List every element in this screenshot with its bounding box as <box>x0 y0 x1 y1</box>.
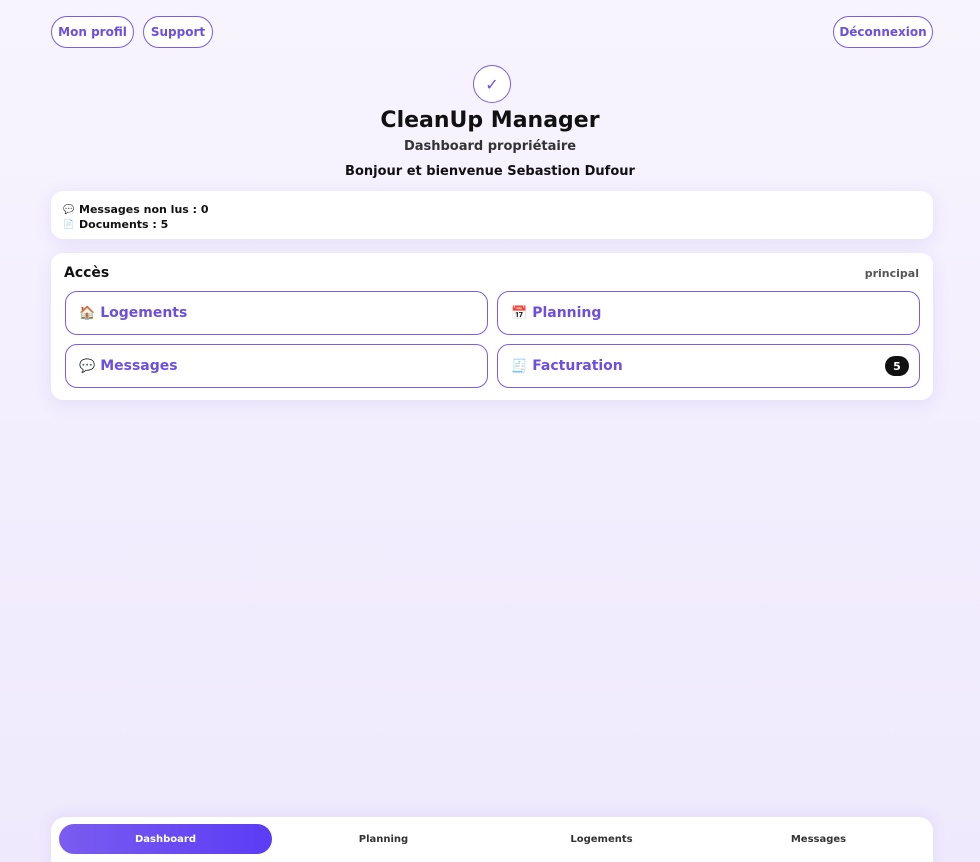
house-icon: 🏠 <box>79 305 96 321</box>
page-subtitle: Dashboard propriétaire <box>403 139 577 154</box>
stat-label: Messages non lus : 0 <box>79 203 209 216</box>
nav-dashboard[interactable]: Dashboard <box>59 824 272 854</box>
tile-label: Planning <box>532 305 602 321</box>
tile-label: Messages <box>100 358 178 374</box>
tile-messages[interactable]: 💬 Messages <box>65 344 488 388</box>
facturation-count-badge: 5 <box>885 356 909 376</box>
tile-label: Logements <box>100 305 188 321</box>
dashboard-page: Mon profil Support Déconnexion ✓ CleanUp… <box>0 0 980 862</box>
tile-logements[interactable]: 🏠 Logements <box>65 291 488 335</box>
receipt-icon: 🧾 <box>511 358 528 374</box>
access-card: Accès principal 🏠 Logements 📅 Planning 💬… <box>51 253 933 400</box>
speech-bubble-icon: 💬 <box>63 204 75 215</box>
nav-planning[interactable]: Planning <box>277 824 490 854</box>
checkmark-icon: ✓ <box>473 65 511 103</box>
welcome-message: Bonjour et bienvenue Sebastion Dufour <box>345 164 635 179</box>
bottom-nav: Dashboard Planning Logements Messages <box>51 817 933 862</box>
tile-label: Facturation <box>532 358 623 374</box>
access-title: Accès <box>64 265 110 281</box>
app-title: CleanUp Manager <box>380 108 600 133</box>
support-button[interactable]: Support <box>143 16 213 48</box>
speech-bubble-icon: 💬 <box>79 358 96 374</box>
access-badge: principal <box>864 267 919 280</box>
top-bar: Mon profil Support Déconnexion <box>51 16 933 48</box>
stat-label: Documents : 5 <box>79 218 169 231</box>
document-icon: 📄 <box>63 219 75 230</box>
calendar-icon: 📅 <box>511 305 528 321</box>
unread-messages-stat: 💬 Messages non lus : 0 <box>63 202 921 217</box>
logout-button[interactable]: Déconnexion <box>833 16 933 48</box>
nav-messages[interactable]: Messages <box>712 824 925 854</box>
tile-planning[interactable]: 📅 Planning <box>497 291 920 335</box>
stats-card: 💬 Messages non lus : 0 📄 Documents : 5 <box>51 191 933 239</box>
documents-stat: 📄 Documents : 5 <box>63 217 921 232</box>
profile-button[interactable]: Mon profil <box>51 16 134 48</box>
tile-facturation[interactable]: 🧾 Facturation 5 <box>497 344 920 388</box>
nav-logements[interactable]: Logements <box>495 824 708 854</box>
